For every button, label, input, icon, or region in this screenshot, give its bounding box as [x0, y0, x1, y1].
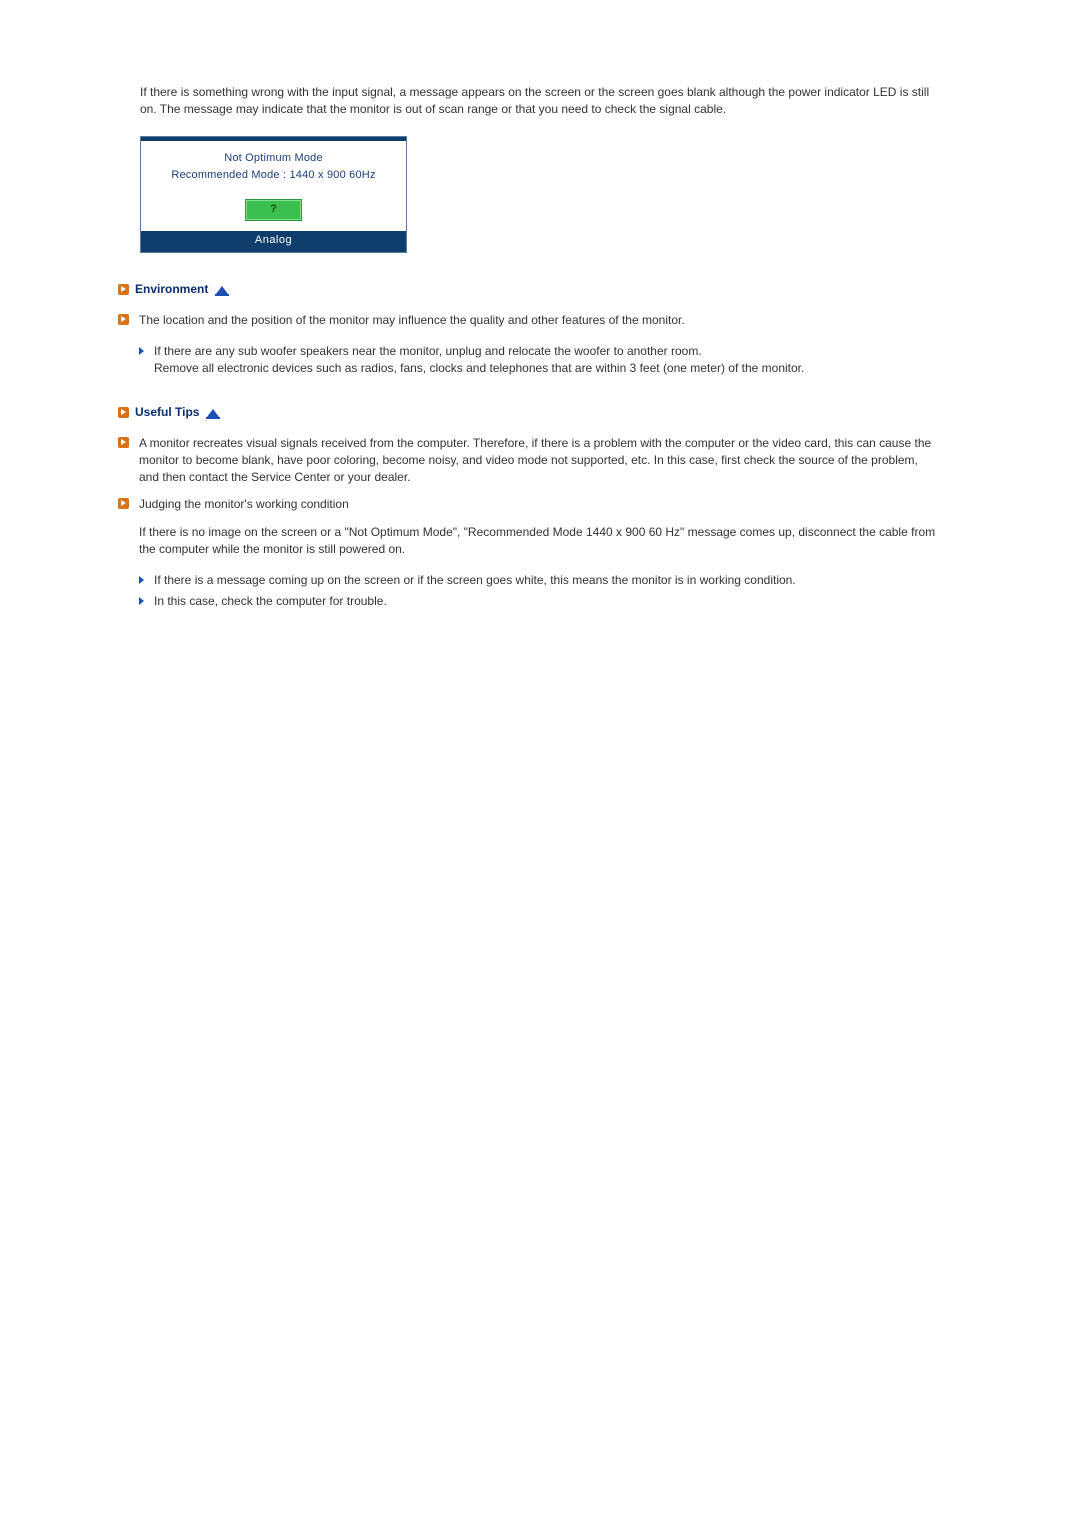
tips-item-2-title: Judging the monitor's working condition: [139, 496, 940, 513]
dialog-footer: Analog: [141, 231, 406, 252]
back-to-top-icon[interactable]: [216, 286, 228, 294]
bullet-icon: [118, 314, 129, 325]
environment-subitem: If there are any sub woofer speakers nea…: [139, 343, 940, 377]
tips-item-2-paragraph: If there is no image on the screen or a …: [139, 524, 940, 558]
arrow-icon: [139, 347, 144, 355]
tips-sub2b: In this case, check the computer for tro…: [154, 593, 940, 610]
environment-sub1b: Remove all electronic devices such as ra…: [154, 360, 940, 377]
tips-item-1-text: A monitor recreates visual signals recei…: [139, 435, 940, 485]
useful-tips-heading-row: Useful Tips: [118, 404, 940, 421]
bullet-icon: [118, 437, 129, 448]
environment-sub1a: If there are any sub woofer speakers nea…: [154, 343, 940, 360]
environment-section: Environment The location and the positio…: [140, 281, 940, 380]
arrow-icon: [139, 597, 144, 605]
useful-tips-section: Useful Tips A monitor recreates visual s…: [140, 404, 940, 613]
content-column: If there is something wrong with the inp…: [140, 0, 940, 614]
tips-sub2a: If there is a message coming up on the s…: [154, 572, 940, 589]
tips-subitem-b: In this case, check the computer for tro…: [139, 593, 940, 610]
intro-paragraph: If there is something wrong with the inp…: [140, 84, 940, 118]
tips-item-2: Judging the monitor's working condition …: [118, 496, 940, 614]
environment-item-text: The location and the position of the mon…: [139, 312, 940, 329]
section-icon: [118, 407, 129, 418]
environment-item: The location and the position of the mon…: [118, 312, 940, 380]
monitor-dialog: Not Optimum Mode Recommended Mode : 1440…: [140, 136, 407, 254]
environment-item-body: The location and the position of the mon…: [139, 312, 940, 380]
dialog-line2: Recommended Mode : 1440 x 900 60Hz: [147, 168, 400, 183]
dialog-line1: Not Optimum Mode: [147, 151, 400, 166]
environment-heading: Environment: [135, 281, 208, 298]
dialog-button-row: ?: [141, 195, 406, 230]
useful-tips-heading: Useful Tips: [135, 404, 199, 421]
tips-subitem-a: If there is a message coming up on the s…: [139, 572, 940, 589]
page: If there is something wrong with the inp…: [0, 0, 1080, 614]
section-icon: [118, 284, 129, 295]
tips-item-2-body: Judging the monitor's working condition …: [139, 496, 940, 614]
dialog-help-button: ?: [245, 199, 302, 220]
tips-item-1: A monitor recreates visual signals recei…: [118, 435, 940, 485]
environment-heading-row: Environment: [118, 281, 940, 298]
dialog-body: Not Optimum Mode Recommended Mode : 1440…: [141, 141, 406, 196]
bullet-icon: [118, 498, 129, 509]
arrow-icon: [139, 576, 144, 584]
environment-subitem-body: If there are any sub woofer speakers nea…: [154, 343, 940, 377]
back-to-top-icon[interactable]: [207, 409, 219, 417]
